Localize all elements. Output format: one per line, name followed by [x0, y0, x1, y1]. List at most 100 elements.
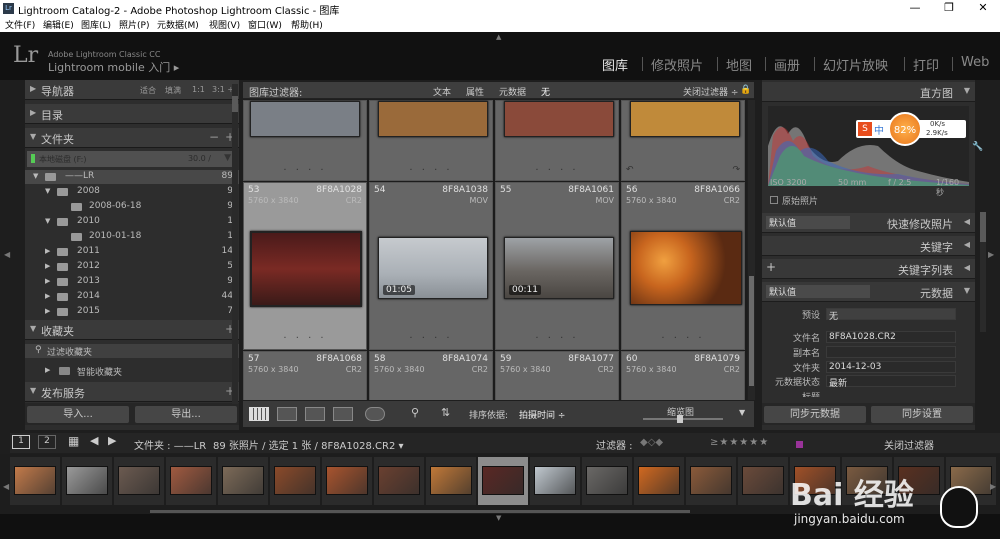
menu-photo[interactable]: 照片(P): [119, 18, 149, 31]
quick-develop-preset[interactable]: 默认值: [766, 216, 850, 229]
preset-select[interactable]: 无: [826, 308, 956, 322]
grid-cell[interactable]: 59 8F8A1077 5760 x 3840 CR2: [495, 351, 619, 400]
lock-icon[interactable]: 🔒: [740, 85, 751, 95]
grid-cell[interactable]: 55 8F8A1061 MOV 00:11 · · · ·: [495, 182, 619, 350]
filmstrip-thumbnail-selected[interactable]: [478, 457, 528, 505]
photo-thumbnail[interactable]: [504, 101, 614, 137]
filmstrip-thumbnail[interactable]: [530, 457, 580, 505]
mobile-link[interactable]: Lightroom mobile 入门 ▸: [48, 59, 179, 75]
video-thumbnail[interactable]: 00:11: [504, 237, 614, 299]
slider-handle[interactable]: [677, 415, 683, 423]
compare-view-icon[interactable]: [305, 407, 325, 421]
filter-metadata[interactable]: 元数据: [499, 85, 526, 98]
folder-row[interactable]: 2008-06-18 9: [25, 200, 239, 214]
grid-view-icon[interactable]: [249, 407, 269, 421]
photo-thumbnail[interactable]: [250, 101, 360, 137]
menu-edit[interactable]: 编辑(E): [43, 18, 74, 31]
import-button[interactable]: 导入...: [27, 406, 129, 423]
menu-metadata[interactable]: 元数据(M): [157, 18, 199, 31]
source-path[interactable]: 文件夹 : ——LR: [134, 437, 206, 452]
volume-bar[interactable]: 本地磁盘 (F:) 30.0 / ▼: [27, 151, 237, 167]
filter-text[interactable]: 文本: [433, 85, 451, 98]
folders-header[interactable]: ▼ 文件夹 − +: [25, 128, 239, 148]
grid-cell[interactable]: 60 8F8A1079 5760 x 3840 CR2: [621, 351, 745, 400]
original-photo-checkbox[interactable]: [770, 196, 778, 204]
folder-row[interactable]: ▶ 2015 7: [25, 305, 239, 319]
filmstrip-scrollbar[interactable]: [150, 510, 690, 513]
toolbar-menu-icon[interactable]: ▼: [739, 408, 745, 417]
zoom-fit[interactable]: 适合: [140, 85, 156, 96]
module-slideshow[interactable]: 幻灯片放映: [823, 55, 888, 74]
collapse-left-icon[interactable]: ◀: [4, 250, 10, 259]
metadata-view-select[interactable]: 默认值: [766, 285, 870, 298]
folder-row[interactable]: ▼ 2008 9: [25, 185, 239, 199]
filmstrip-thumbnail[interactable]: [374, 457, 424, 505]
menu-file[interactable]: 文件(F): [5, 18, 35, 31]
filmstrip-left-icon[interactable]: ◀: [3, 482, 9, 491]
net-speed-widget[interactable]: S 中 82% 0K/s 2.9K/s: [856, 112, 966, 146]
collapse-top-icon[interactable]: ▲: [496, 33, 501, 41]
loupe-view-icon[interactable]: [277, 407, 297, 421]
publish-header[interactable]: ▼ 发布服务 +: [25, 382, 239, 402]
menu-library[interactable]: 图库(L): [81, 18, 111, 31]
metadata-header[interactable]: 默认值 元数据 ▼: [762, 282, 975, 302]
grid-cell[interactable]: 56 8F8A1066 5760 x 3840 CR2 · · · ·: [621, 182, 745, 350]
metadata-status-field[interactable]: 最新: [826, 375, 956, 389]
grid-cell[interactable]: 54 8F8A1038 MOV 01:05 · · · ·: [369, 182, 493, 350]
sort-select[interactable]: 拍摄时间 ÷: [519, 408, 565, 421]
histogram-header[interactable]: 直方图 ▼: [762, 82, 975, 102]
sort-direction-icon[interactable]: ⇅: [441, 406, 450, 419]
filmstrip-thumbnail[interactable]: [62, 457, 112, 505]
screen-1-button[interactable]: 1: [12, 435, 30, 449]
zoom-1-1[interactable]: 1:1: [192, 85, 205, 94]
quick-develop-header[interactable]: 默认值 快速修改照片 ◀: [762, 213, 975, 233]
export-button[interactable]: 导出...: [135, 406, 237, 423]
module-library[interactable]: 图库: [602, 55, 628, 74]
folder-field[interactable]: 2014-12-03: [826, 361, 956, 373]
module-web[interactable]: Web: [961, 55, 989, 70]
collapse-right-icon[interactable]: ▶: [988, 250, 994, 259]
filmstrip-thumbnail[interactable]: [322, 457, 372, 505]
copy-name-field[interactable]: [826, 346, 956, 358]
add-keyword-button[interactable]: +: [766, 260, 776, 274]
forward-arrow-icon[interactable]: ▶: [108, 434, 116, 447]
filmstrip-thumbnail[interactable]: [738, 457, 788, 505]
grid-cell[interactable]: 58 8F8A1074 5760 x 3840 CR2: [369, 351, 493, 400]
minimize-button[interactable]: —: [900, 1, 930, 14]
filename-field[interactable]: 8F8A1028.CR2: [826, 331, 956, 343]
survey-view-icon[interactable]: [333, 407, 353, 421]
collapse-bottom-icon[interactable]: ▼: [496, 514, 501, 522]
photo-thumbnail[interactable]: [630, 101, 740, 137]
filmstrip-thumbnail[interactable]: [218, 457, 268, 505]
module-develop[interactable]: 修改照片: [651, 55, 703, 74]
folder-row[interactable]: ▶ 2014 44: [25, 290, 239, 304]
back-arrow-icon[interactable]: ◀: [90, 434, 98, 447]
grid-mode-icon[interactable]: ▦: [68, 434, 79, 448]
keywording-header[interactable]: 关键字 ◀: [762, 236, 975, 256]
filter-attribute[interactable]: 属性: [466, 85, 484, 98]
menu-view[interactable]: 视图(V): [209, 18, 240, 31]
photo-thumbnail[interactable]: [250, 231, 362, 307]
keyword-list-header[interactable]: + 关键字列表 ◀: [762, 259, 975, 279]
grid-cell-selected[interactable]: 53 8F8A1028 5760 x 3840 CR2 · · · ·: [243, 182, 367, 350]
painter-icon[interactable]: ⚲: [411, 406, 419, 419]
filmstrip-thumbnail[interactable]: [634, 457, 684, 505]
zoom-3-1[interactable]: 3:1 ÷: [212, 85, 234, 94]
right-panel-scrollbar[interactable]: [980, 212, 986, 332]
collections-header[interactable]: ▼ 收藏夹 +: [25, 320, 239, 340]
video-thumbnail[interactable]: 01:05: [378, 237, 488, 299]
module-book[interactable]: 画册: [774, 55, 800, 74]
folder-row[interactable]: ▶ 2011 14: [25, 245, 239, 259]
filmstrip-thumbnail[interactable]: [426, 457, 476, 505]
selection-info[interactable]: 89 张照片 / 选定 1 张 / 8F8A1028.CR2 ▾: [213, 437, 404, 452]
collection-item[interactable]: ▶ 智能收藏夹: [25, 364, 239, 378]
menu-help[interactable]: 帮助(H): [291, 18, 323, 31]
maximize-button[interactable]: ❐: [934, 1, 964, 14]
rotate-left-icon[interactable]: ↶: [626, 165, 634, 175]
grid-scroll-thumb[interactable]: [749, 276, 754, 386]
filter-none[interactable]: 无: [541, 85, 550, 98]
grid-cell[interactable]: 57 8F8A1068 5760 x 3840 CR2: [243, 351, 367, 400]
collection-item[interactable]: ⚲ 过滤收藏夹: [25, 344, 239, 358]
sync-metadata-button[interactable]: 同步元数据: [764, 406, 866, 423]
folder-row[interactable]: ▶ 2013 9: [25, 275, 239, 289]
